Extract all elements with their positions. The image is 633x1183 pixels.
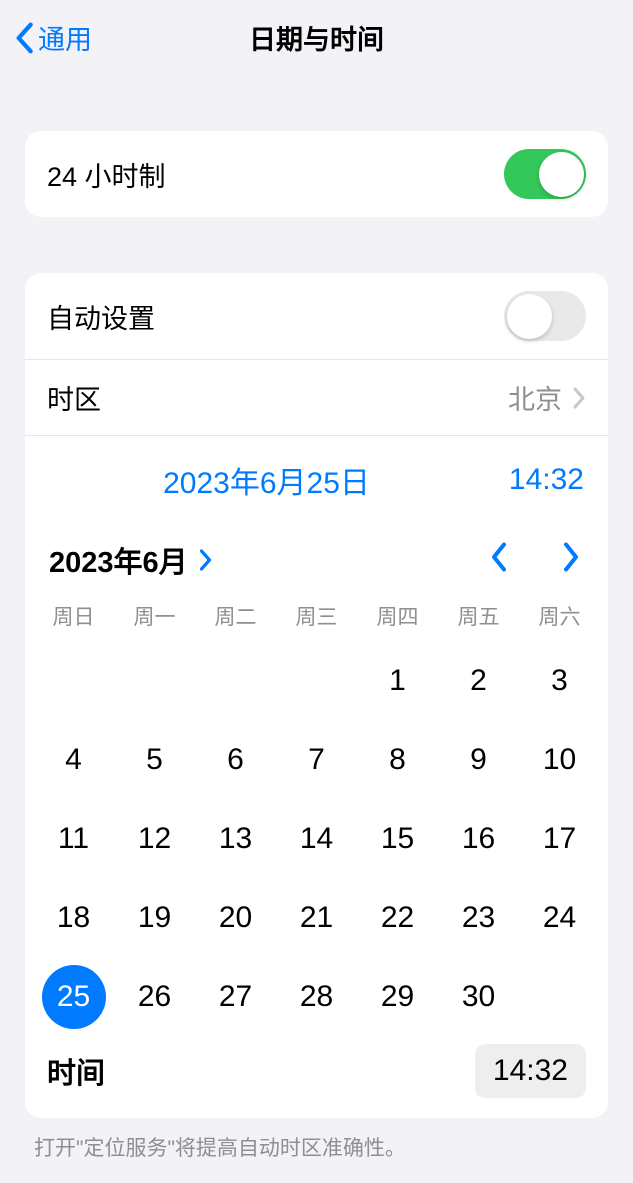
- prev-month-button[interactable]: [486, 538, 512, 581]
- calendar-day[interactable]: 12: [114, 799, 195, 878]
- selected-time-display[interactable]: 14:32: [484, 463, 584, 497]
- selected-date-display[interactable]: 2023年6月25日: [163, 467, 370, 500]
- calendar-day[interactable]: 28: [276, 957, 357, 1036]
- auto-set-label: 自动设置: [47, 297, 155, 336]
- weekday-label: 周五: [438, 601, 519, 631]
- weekday-label: 周三: [276, 601, 357, 631]
- calendar-day[interactable]: 17: [519, 799, 600, 878]
- calendar-grid: 1234567891011121314151617181920212223242…: [25, 641, 608, 1040]
- calendar-day[interactable]: 6: [195, 720, 276, 799]
- weekday-label: 周日: [33, 601, 114, 631]
- calendar-day[interactable]: 15: [357, 799, 438, 878]
- timezone-row[interactable]: 时区 北京: [25, 359, 608, 435]
- twenty-four-hour-label: 24 小时制: [47, 155, 166, 194]
- calendar-day[interactable]: 4: [33, 720, 114, 799]
- calendar-day[interactable]: 3: [519, 641, 600, 720]
- calendar-day-empty: [195, 641, 276, 720]
- calendar-day[interactable]: 2: [438, 641, 519, 720]
- timezone-value: 北京: [508, 378, 562, 417]
- calendar-day[interactable]: 21: [276, 878, 357, 957]
- auto-set-row: 自动设置: [25, 273, 608, 359]
- page-title: 日期与时间: [0, 18, 633, 57]
- back-label: 通用: [38, 18, 92, 57]
- time-picker-button[interactable]: 14:32: [475, 1044, 586, 1098]
- weekday-label: 周一: [114, 601, 195, 631]
- chevron-left-icon: [490, 542, 508, 577]
- calendar-day-empty: [114, 641, 195, 720]
- calendar-day[interactable]: 8: [357, 720, 438, 799]
- calendar-day[interactable]: 23: [438, 878, 519, 957]
- time-label: 时间: [47, 1050, 105, 1092]
- auto-set-switch[interactable]: [504, 291, 586, 341]
- weekday-label: 周二: [195, 601, 276, 631]
- calendar-day[interactable]: 14: [276, 799, 357, 878]
- calendar-day[interactable]: 30: [438, 957, 519, 1036]
- weekday-label: 周四: [357, 601, 438, 631]
- calendar-day[interactable]: 13: [195, 799, 276, 878]
- timezone-label: 时区: [47, 378, 101, 417]
- month-label: 2023年6月: [49, 539, 188, 581]
- weekday-header: 周日周一周二周三周四周五周六: [25, 593, 608, 641]
- chevron-right-icon: [198, 548, 213, 572]
- calendar-day[interactable]: 24: [519, 878, 600, 957]
- chevron-left-icon: [14, 22, 34, 54]
- date-time-summary-row: 2023年6月25日 14:32: [25, 435, 608, 516]
- twenty-four-hour-row: 24 小时制: [25, 131, 608, 217]
- calendar-day[interactable]: 27: [195, 957, 276, 1036]
- next-month-button[interactable]: [558, 538, 584, 581]
- chevron-right-icon: [572, 386, 586, 410]
- calendar-day[interactable]: 18: [33, 878, 114, 957]
- twenty-four-hour-switch[interactable]: [504, 149, 586, 199]
- calendar-day[interactable]: 16: [438, 799, 519, 878]
- calendar-day-empty: [33, 641, 114, 720]
- calendar-day[interactable]: 1: [357, 641, 438, 720]
- calendar-day[interactable]: 9: [438, 720, 519, 799]
- calendar-day[interactable]: 19: [114, 878, 195, 957]
- calendar-day[interactable]: 7: [276, 720, 357, 799]
- calendar-day[interactable]: 22: [357, 878, 438, 957]
- calendar-day[interactable]: 29: [357, 957, 438, 1036]
- footer-hint: 打开"定位服务"将提高自动时区准确性。: [0, 1118, 633, 1162]
- calendar-day-empty: [276, 641, 357, 720]
- calendar-day[interactable]: 26: [114, 957, 195, 1036]
- calendar-day[interactable]: 11: [33, 799, 114, 878]
- back-button[interactable]: 通用: [14, 18, 92, 57]
- calendar-day[interactable]: 20: [195, 878, 276, 957]
- calendar-day[interactable]: 5: [114, 720, 195, 799]
- calendar-day[interactable]: 10: [519, 720, 600, 799]
- weekday-label: 周六: [519, 601, 600, 631]
- chevron-right-icon: [562, 542, 580, 577]
- month-picker-button[interactable]: 2023年6月: [49, 539, 213, 581]
- time-value: 14:32: [493, 1054, 568, 1087]
- calendar-day[interactable]: 25: [33, 957, 114, 1036]
